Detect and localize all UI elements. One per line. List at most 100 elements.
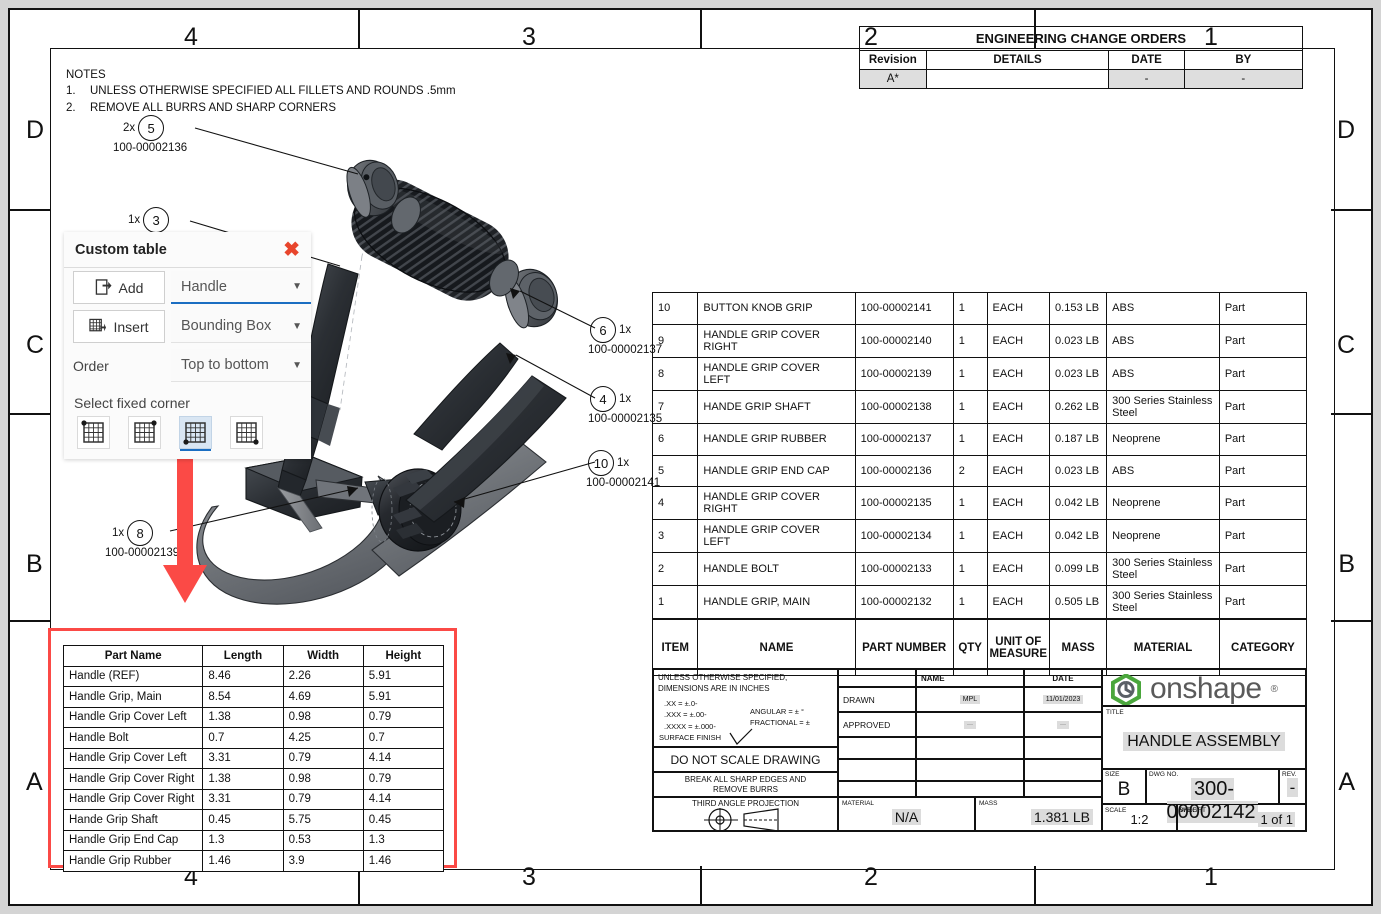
material-label: MATERIAL xyxy=(842,800,874,807)
drawn-label-cell: DRAWN xyxy=(838,687,916,712)
custom-table-row: Hande Grip Shaft0.455.750.45 xyxy=(64,810,444,831)
bom-cell-name: HANDLE GRIP END CAP xyxy=(698,455,855,487)
signoff-row-4b xyxy=(916,759,1024,781)
order-row: Order Top to bottom ▼ xyxy=(64,346,311,385)
bom-row: 5HANDLE GRIP END CAP100-000021362EACH0.0… xyxy=(653,455,1307,487)
bom-cell-material: 300 Series Stainless Steel xyxy=(1107,390,1220,423)
insert-row-icon xyxy=(89,318,106,335)
ct-cell-height: 4.14 xyxy=(363,789,443,810)
bom-cell-mass: 0.505 LB xyxy=(1050,586,1107,620)
order-value: Top to bottom xyxy=(181,357,269,373)
balloon-10[interactable]: 10 1x 100-00002141 xyxy=(588,450,660,489)
ct-cell-height: 1.3 xyxy=(363,830,443,851)
ct-cell-length: 3.31 xyxy=(203,748,283,769)
bom-cell-qty: 1 xyxy=(953,586,987,620)
bom-cell-part-number: 100-00002140 xyxy=(855,324,953,357)
ct-cell-part-name: Handle Grip Cover Left xyxy=(64,707,203,728)
custom-table-highlight: Part Name Length Width Height Handle (RE… xyxy=(48,628,457,868)
sheet-label: SHEET xyxy=(1179,807,1201,814)
bom-header-material: MATERIAL xyxy=(1107,619,1220,675)
ct-cell-part-name: Handle (REF) xyxy=(64,666,203,687)
zone-label-right-c: C xyxy=(1337,333,1355,358)
custom-table-header-row: Part Name Length Width Height xyxy=(64,646,444,667)
bom-header-uom: UNIT OF MEASURE xyxy=(987,619,1050,675)
bom-cell-mass: 0.023 LB xyxy=(1050,357,1107,390)
break-edges-line2: REMOVE BURRS xyxy=(713,785,778,795)
ct-cell-width: 4.25 xyxy=(283,728,363,749)
bom-cell-category: Part xyxy=(1219,390,1306,423)
zone-label-left-b: B xyxy=(26,552,43,577)
grid-corner-icon xyxy=(81,420,106,445)
surface-finish-label: SURFACE FINISH xyxy=(659,733,721,742)
ct-cell-width: 0.79 xyxy=(283,789,363,810)
signoff-row-5a xyxy=(838,781,916,797)
ct-cell-width: 0.53 xyxy=(283,830,363,851)
bom-row: 2HANDLE BOLT100-000021331EACH0.099 LB300… xyxy=(653,553,1307,586)
balloon-5[interactable]: 2x 5 100-00002136 xyxy=(123,115,187,154)
bom-cell-qty: 1 xyxy=(953,487,987,520)
bom-cell-uom: EACH xyxy=(987,357,1050,390)
ct-header-height: Height xyxy=(363,646,443,667)
bom-cell-uom: EACH xyxy=(987,487,1050,520)
zone-label-right-d: D xyxy=(1337,118,1355,143)
bom-cell-qty: 1 xyxy=(953,293,987,325)
bom-cell-qty: 1 xyxy=(953,423,987,455)
fixed-corner-bottom-right-button[interactable] xyxy=(230,416,263,449)
close-icon[interactable]: ✖ xyxy=(283,240,300,260)
table-type-select[interactable]: Handle ▼ xyxy=(171,271,311,304)
third-angle-cell: THIRD ANGLE PROJECTION xyxy=(653,797,838,831)
bom-cell-material: ABS xyxy=(1107,293,1220,325)
bom-header-part-number: PART NUMBER xyxy=(855,619,953,675)
custom-table-row: Handle (REF)8.462.265.91 xyxy=(64,666,444,687)
title-label: TITLE xyxy=(1106,709,1124,716)
chevron-down-icon: ▼ xyxy=(292,360,302,371)
note-item: 2. REMOVE ALL BURRS AND SHARP CORNERS xyxy=(66,100,456,116)
bom-cell-material: Neoprene xyxy=(1107,423,1220,455)
bom-cell-category: Part xyxy=(1219,357,1306,390)
zone-label-right-b: B xyxy=(1338,552,1355,577)
bom-cell-name: HANDLE GRIP COVER RIGHT xyxy=(698,324,855,357)
drawing-title-value: HANDLE ASSEMBLY xyxy=(1123,732,1285,751)
bom-row: 6HANDLE GRIP RUBBER100-000021371EACH0.18… xyxy=(653,423,1307,455)
date-header-cell: DATE xyxy=(1024,669,1102,687)
name-header-cell: NAME xyxy=(916,669,1024,687)
bom-cell-uom: EACH xyxy=(987,423,1050,455)
zone-label-right-a: A xyxy=(1338,770,1355,795)
ct-cell-height: 5.91 xyxy=(363,666,443,687)
bom-cell-name: BUTTON KNOB GRIP xyxy=(698,293,855,325)
signoff-row-3b xyxy=(916,737,1024,759)
add-button[interactable]: Add xyxy=(73,271,165,304)
fixed-corner-top-left-button[interactable] xyxy=(77,416,110,449)
balloon-qty: 2x xyxy=(123,122,135,134)
balloon-3[interactable]: 1x 3 xyxy=(128,207,169,233)
bom-cell-material: ABS xyxy=(1107,324,1220,357)
third-angle-projection-icon xyxy=(704,808,792,832)
content-select[interactable]: Bounding Box ▼ xyxy=(171,310,311,343)
onshape-logo: onshape ® xyxy=(1111,672,1278,706)
fixed-corner-label: Select fixed corner xyxy=(64,385,311,416)
custom-table-row: Handle Grip Cover Left3.310.794.14 xyxy=(64,748,444,769)
approved-by-value: --- xyxy=(964,721,976,729)
bom-cell-uom: EACH xyxy=(987,324,1050,357)
ct-cell-height: 5.91 xyxy=(363,687,443,708)
custom-bounding-box-table[interactable]: Part Name Length Width Height Handle (RE… xyxy=(63,645,444,872)
ct-cell-height: 0.45 xyxy=(363,810,443,831)
bom-header-category: CATEGORY xyxy=(1219,619,1306,675)
insert-button[interactable]: Insert xyxy=(73,310,165,343)
fixed-corner-top-right-button[interactable] xyxy=(128,416,161,449)
zone-divider-top xyxy=(700,10,702,48)
do-not-scale-text: DO NOT SCALE DRAWING xyxy=(670,753,820,767)
break-edges-cell: BREAK ALL SHARP EDGES AND REMOVE BURRS xyxy=(653,772,838,797)
balloon-item-number: 5 xyxy=(138,115,164,141)
fixed-corner-options xyxy=(64,416,311,459)
bom-cell-mass: 0.023 LB xyxy=(1050,455,1107,487)
do-not-scale-cell: DO NOT SCALE DRAWING xyxy=(653,747,838,772)
bom-cell-uom: EACH xyxy=(987,390,1050,423)
ct-cell-part-name: Handle Grip, Main xyxy=(64,687,203,708)
fixed-corner-bottom-left-button[interactable] xyxy=(179,416,212,449)
bom-cell-mass: 0.042 LB xyxy=(1050,487,1107,520)
bom-cell-part-number: 100-00002141 xyxy=(855,293,953,325)
date-label: DATE xyxy=(1052,674,1073,683)
custom-table-dialog[interactable]: Custom table ✖ Add Handle ▼ xyxy=(64,232,311,459)
order-select[interactable]: Top to bottom ▼ xyxy=(171,349,311,382)
